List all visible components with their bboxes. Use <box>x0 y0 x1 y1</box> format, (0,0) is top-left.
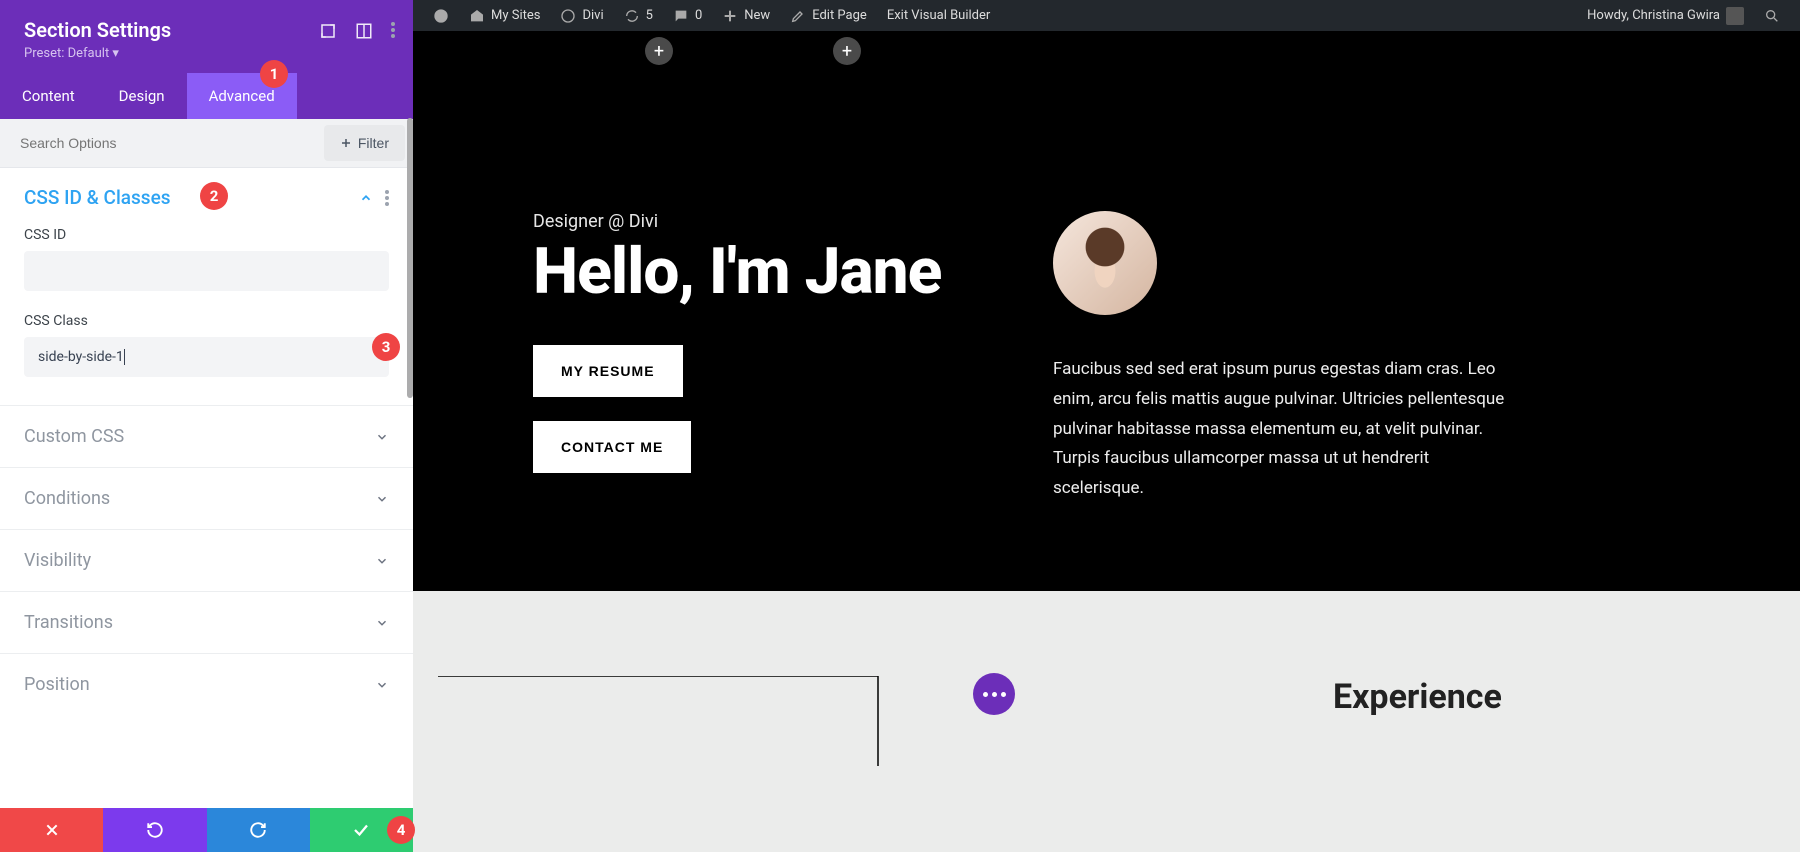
user-avatar-icon <box>1726 7 1744 25</box>
chevron-down-icon <box>375 492 389 506</box>
panel-body: CSS ID & Classes 2 CSS ID CSS Class side… <box>0 168 413 808</box>
resume-button[interactable]: MY RESUME <box>533 345 683 397</box>
sidebar-header: Section Settings Preset: Default ▾ <box>0 0 413 73</box>
wp-logo-icon[interactable] <box>423 8 459 24</box>
search-row: Filter <box>0 119 413 168</box>
experience-section: Experience <box>413 591 1800 651</box>
annotation-badge-2: 2 <box>200 182 228 210</box>
add-module-button[interactable]: + <box>645 37 673 65</box>
hero-section: + + Designer @ Divi Hello, I'm Jane MY R… <box>413 31 1800 591</box>
undo-button[interactable] <box>103 808 206 852</box>
wp-admin-bar: My Sites Divi 5 0 New Edit Page Exit Vis… <box>413 0 1800 31</box>
accordion-visibility[interactable]: Visibility <box>0 529 413 591</box>
add-module-button[interactable]: + <box>833 37 861 65</box>
howdy-user[interactable]: Howdy, Christina Gwira <box>1577 7 1754 25</box>
layout-icon[interactable] <box>355 22 373 40</box>
chevron-down-icon <box>375 678 389 692</box>
site-name-link[interactable]: Divi <box>550 8 613 24</box>
chevron-down-icon <box>375 554 389 568</box>
edit-page-link[interactable]: Edit Page <box>780 8 877 24</box>
exit-visual-builder-link[interactable]: Exit Visual Builder <box>877 8 1000 23</box>
builder-fab-button[interactable] <box>973 673 1015 715</box>
css-class-input[interactable]: side-by-side-1 <box>24 337 389 377</box>
css-class-label: CSS Class <box>24 313 389 329</box>
contact-button[interactable]: CONTACT ME <box>533 421 691 473</box>
css-id-label: CSS ID <box>24 227 389 243</box>
accordion-transitions[interactable]: Transitions <box>0 591 413 653</box>
redo-button[interactable] <box>207 808 310 852</box>
cancel-button[interactable] <box>0 808 103 852</box>
filter-label: Filter <box>358 135 389 151</box>
chevron-up-icon[interactable] <box>359 191 373 205</box>
my-sites-link[interactable]: My Sites <box>459 8 550 24</box>
search-icon[interactable] <box>1754 8 1790 24</box>
accordion-position[interactable]: Position <box>0 653 413 715</box>
experience-title: Experience <box>1333 677 1502 717</box>
section-more-icon[interactable] <box>385 190 389 206</box>
preset-select[interactable]: Preset: Default ▾ <box>24 46 389 61</box>
comments-link[interactable]: 0 <box>663 8 712 24</box>
new-link[interactable]: New <box>712 8 780 24</box>
profile-avatar <box>1053 211 1157 315</box>
settings-sidebar: Section Settings Preset: Default ▾ Conte… <box>0 0 413 852</box>
chevron-down-icon <box>375 430 389 444</box>
accordion-conditions[interactable]: Conditions <box>0 467 413 529</box>
hero-description: Faucibus sed sed erat ipsum purus egesta… <box>1053 355 1513 504</box>
annotation-badge-3: 3 <box>372 333 400 361</box>
save-button[interactable]: 4 <box>310 808 413 852</box>
tab-design[interactable]: Design <box>97 73 187 119</box>
expand-icon[interactable] <box>319 22 337 40</box>
bottom-bar: 4 <box>0 808 413 852</box>
annotation-badge-4: 4 <box>387 816 415 844</box>
settings-tabs: Content Design Advanced <box>0 73 413 119</box>
chevron-down-icon <box>375 616 389 630</box>
decorative-line <box>438 676 1278 766</box>
hero-title: Hello, I'm Jane <box>533 238 953 305</box>
section-open-title: CSS ID & Classes <box>24 186 171 209</box>
annotation-badge-1: 1 <box>260 60 288 88</box>
css-id-input[interactable] <box>24 251 389 291</box>
main-canvas: My Sites Divi 5 0 New Edit Page Exit Vis… <box>413 0 1800 852</box>
tab-content[interactable]: Content <box>0 73 97 119</box>
filter-button[interactable]: Filter <box>324 125 405 161</box>
more-icon[interactable] <box>391 22 395 38</box>
search-input[interactable] <box>0 121 324 165</box>
updates-link[interactable]: 5 <box>614 8 663 24</box>
accordion-custom-css[interactable]: Custom CSS <box>0 405 413 467</box>
hero-subtitle: Designer @ Divi <box>533 211 953 232</box>
